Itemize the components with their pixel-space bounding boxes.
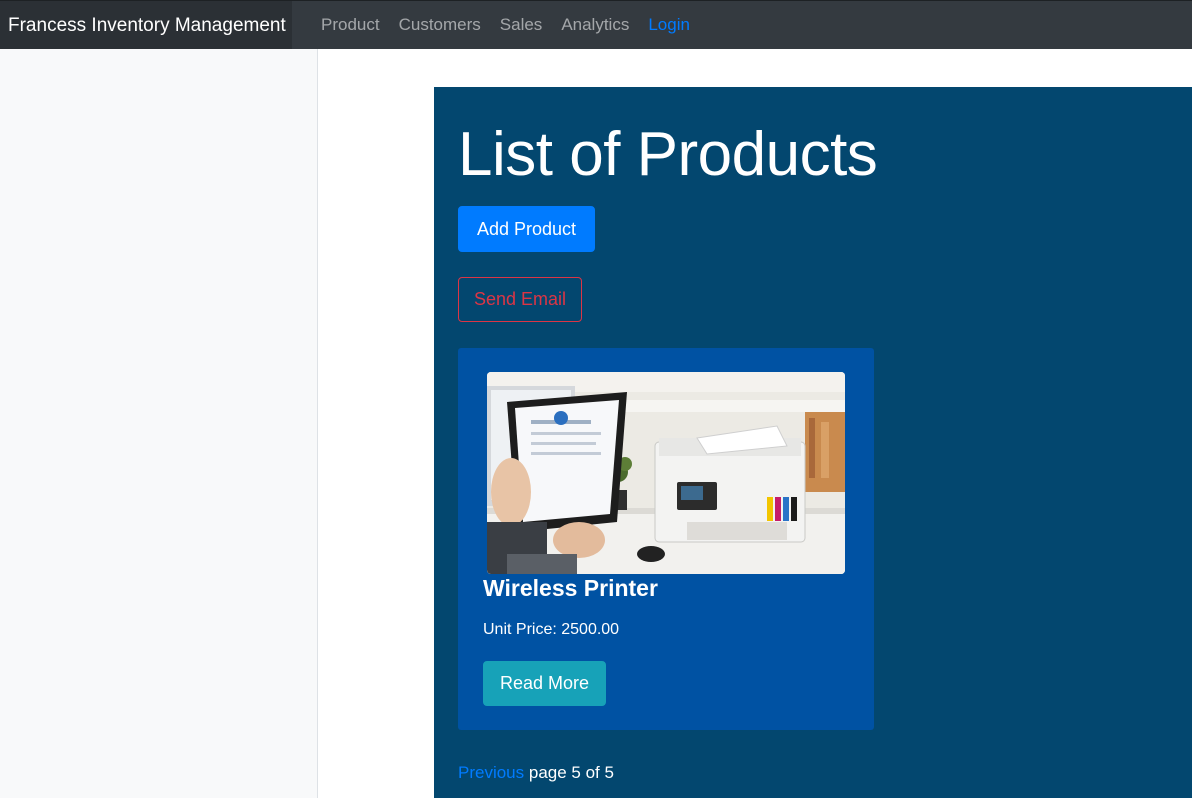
- nav-link-analytics[interactable]: Analytics: [561, 15, 629, 35]
- nav-link-customers[interactable]: Customers: [399, 15, 481, 35]
- sidebar: [0, 49, 318, 798]
- page-status: page 5 of 5: [528, 763, 614, 782]
- nav-link-login[interactable]: Login: [648, 15, 690, 35]
- top-navbar: Francess Inventory Management Product Cu…: [0, 0, 1192, 49]
- page-title: List of Products: [458, 120, 878, 189]
- products-panel: List of Products Add Product Send Email: [434, 87, 1192, 798]
- send-email-button[interactable]: Send Email: [458, 277, 582, 322]
- printer-photo: [487, 372, 845, 574]
- add-product-button[interactable]: Add Product: [458, 206, 595, 252]
- product-card: Wireless Printer Unit Price: 2500.00 Rea…: [458, 348, 874, 730]
- nav-link-product[interactable]: Product: [321, 15, 380, 35]
- product-price: Unit Price: 2500.00: [483, 621, 620, 638]
- read-more-button[interactable]: Read More: [483, 661, 606, 706]
- pagination: Previous page 5 of 5: [458, 763, 614, 783]
- nav-link-sales[interactable]: Sales: [500, 15, 543, 35]
- nav-links: Product Customers Sales Analytics Login: [321, 1, 709, 49]
- previous-page-link[interactable]: Previous: [458, 763, 524, 782]
- navbar-brand[interactable]: Francess Inventory Management: [0, 1, 292, 49]
- product-name: Wireless Printer: [483, 575, 658, 601]
- product-image: [487, 372, 845, 574]
